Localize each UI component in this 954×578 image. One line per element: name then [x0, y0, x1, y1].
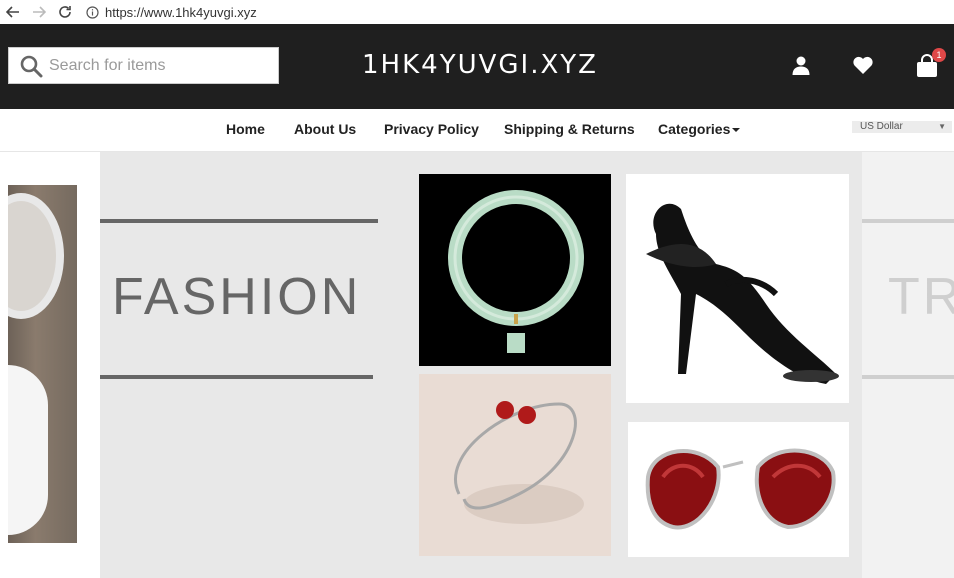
main-navigation: Home About Us Privacy Policy Shipping & … — [0, 109, 954, 152]
browser-toolbar: https://www.1hk4yuvgi.xyz — [0, 0, 954, 24]
user-icon — [792, 56, 810, 75]
heart-icon — [853, 56, 873, 74]
decorative-line-bottom — [100, 375, 373, 379]
decorative-line-top — [100, 219, 378, 223]
silver-bangle-image — [454, 401, 584, 524]
address-bar[interactable]: https://www.1hk4yuvgi.xyz — [86, 5, 257, 20]
nav-shipping-returns[interactable]: Shipping & Returns — [504, 121, 635, 137]
jade-bangle-image — [448, 190, 584, 353]
nav-about-us[interactable]: About Us — [294, 121, 356, 137]
product-silver-bangle[interactable] — [419, 374, 611, 556]
site-header: 1HK4YUVGI.XYZ 1 — [0, 24, 954, 109]
product-red-earrings[interactable] — [628, 422, 849, 557]
next-slide — [862, 152, 954, 578]
cart-count-badge: 1 — [932, 48, 946, 62]
currency-value: US Dollar — [860, 121, 903, 132]
search-input[interactable] — [47, 55, 271, 76]
search-icon[interactable] — [19, 54, 43, 78]
select-arrow-icon: ▼ — [938, 122, 946, 131]
product-jade-bangle[interactable] — [419, 174, 611, 366]
reload-button[interactable] — [52, 0, 78, 24]
next-slide-title-partial: TR — [888, 268, 954, 326]
next-slide-line-bottom — [862, 375, 954, 379]
account-button[interactable] — [791, 55, 811, 80]
cart-button[interactable]: 1 — [916, 48, 946, 83]
product-black-sandal[interactable] — [626, 174, 849, 403]
mug-image — [8, 365, 48, 535]
previous-slide-image — [8, 185, 77, 543]
back-arrow-icon — [6, 6, 19, 18]
forward-button[interactable] — [26, 0, 52, 24]
hero-slide-title: FASHION — [112, 268, 362, 326]
next-slide-line-top — [862, 219, 954, 223]
coffee-cup-image — [8, 193, 64, 319]
reload-icon — [59, 6, 71, 18]
red-earrings-image — [645, 448, 836, 530]
nav-categories-label: Categories — [658, 121, 731, 137]
chevron-down-icon — [732, 128, 741, 133]
forward-arrow-icon — [33, 6, 46, 18]
wishlist-button[interactable] — [852, 55, 874, 80]
back-button[interactable] — [0, 0, 26, 24]
nav-categories[interactable]: Categories — [658, 121, 741, 137]
site-logo[interactable]: 1HK4YUVGI.XYZ — [330, 50, 630, 80]
url-text[interactable]: https://www.1hk4yuvgi.xyz — [105, 5, 257, 20]
black-sandal-image — [646, 203, 839, 384]
nav-privacy-policy[interactable]: Privacy Policy — [384, 121, 479, 137]
search-box[interactable] — [8, 47, 279, 84]
hero-slider[interactable]: FASHION TR — [8, 152, 954, 578]
nav-home[interactable]: Home — [226, 121, 265, 137]
info-icon — [86, 5, 99, 19]
currency-select[interactable]: US Dollar ▼ — [852, 121, 952, 133]
